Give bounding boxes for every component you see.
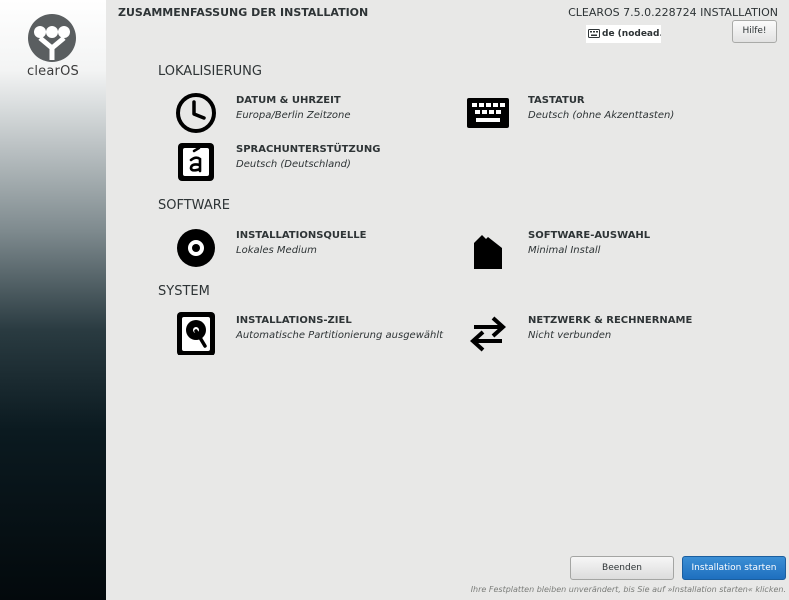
keyboard-icon bbox=[467, 98, 509, 128]
begin-installation-button[interactable]: Installation starten bbox=[682, 556, 786, 580]
language-icon bbox=[178, 143, 214, 181]
spoke-source-status: Lokales Medium bbox=[236, 245, 317, 256]
section-title-localization: LOKALISIERUNG bbox=[158, 64, 262, 79]
section-title-system: SYSTEM bbox=[158, 284, 210, 299]
spoke-datetime[interactable]: DATUM & UHRZEIT Europa/Berlin Zeitzone bbox=[174, 91, 454, 135]
package-icon bbox=[474, 235, 502, 269]
spoke-installation-source[interactable]: INSTALLATIONSQUELLE Lokales Medium bbox=[174, 226, 454, 270]
spoke-network-hostname[interactable]: NETZWERK & RECHNERNAME Nicht verbunden bbox=[466, 311, 746, 355]
spoke-language-status: Deutsch (Deutschland) bbox=[236, 159, 351, 170]
keyboard-layout-indicator[interactable]: de (nodead... bbox=[586, 25, 661, 43]
spoke-language[interactable]: SPRACHUNTERSTÜTZUNG Deutsch (Deutschland… bbox=[174, 140, 454, 184]
page-title: ZUSAMMENFASSUNG DER INSTALLATION bbox=[118, 6, 369, 19]
keyboard-small-icon bbox=[588, 29, 600, 38]
spoke-source-name: INSTALLATIONSQUELLE bbox=[236, 230, 367, 241]
spoke-network-name: NETZWERK & RECHNERNAME bbox=[528, 315, 693, 326]
spoke-destination-name: INSTALLATIONS-ZIEL bbox=[236, 315, 352, 326]
spoke-datetime-name: DATUM & UHRZEIT bbox=[236, 95, 341, 106]
main-content: ZUSAMMENFASSUNG DER INSTALLATION CLEAROS… bbox=[106, 0, 789, 600]
spoke-selection-name: SOFTWARE-AUSWAHL bbox=[528, 230, 651, 241]
spoke-keyboard-status: Deutsch (ohne Akzenttasten) bbox=[528, 110, 675, 121]
help-button[interactable]: Hilfe! bbox=[732, 20, 777, 43]
quit-button[interactable]: Beenden bbox=[570, 556, 674, 580]
spoke-network-status: Nicht verbunden bbox=[528, 330, 612, 341]
spoke-keyboard-name: TASTATUR bbox=[528, 95, 585, 106]
logo-text: clearOS bbox=[27, 64, 79, 79]
spoke-datetime-status: Europa/Berlin Zeitzone bbox=[236, 110, 351, 121]
keyboard-layout-label: de (nodead... bbox=[602, 29, 661, 39]
spoke-software-selection[interactable]: SOFTWARE-AUSWAHL Minimal Install bbox=[466, 226, 746, 270]
harddisk-icon bbox=[177, 312, 215, 355]
spoke-selection-status: Minimal Install bbox=[528, 245, 601, 256]
disc-icon bbox=[177, 229, 215, 267]
product-title: CLEAROS 7.5.0.228724 INSTALLATION bbox=[568, 6, 778, 19]
clock-icon bbox=[176, 93, 216, 133]
spoke-language-name: SPRACHUNTERSTÜTZUNG bbox=[236, 144, 381, 155]
spoke-keyboard[interactable]: TASTATUR Deutsch (ohne Akzenttasten) bbox=[466, 91, 746, 135]
spoke-installation-destination[interactable]: INSTALLATIONS-ZIEL Automatische Partitio… bbox=[174, 311, 454, 355]
section-title-software: SOFTWARE bbox=[158, 198, 230, 213]
sidebar: clearOS bbox=[0, 0, 106, 600]
spoke-destination-status: Automatische Partitionierung ausgewählt bbox=[236, 330, 444, 341]
network-arrows-icon bbox=[470, 316, 506, 352]
footer-note: Ihre Festplatten bleiben unverändert, bi… bbox=[470, 585, 786, 594]
